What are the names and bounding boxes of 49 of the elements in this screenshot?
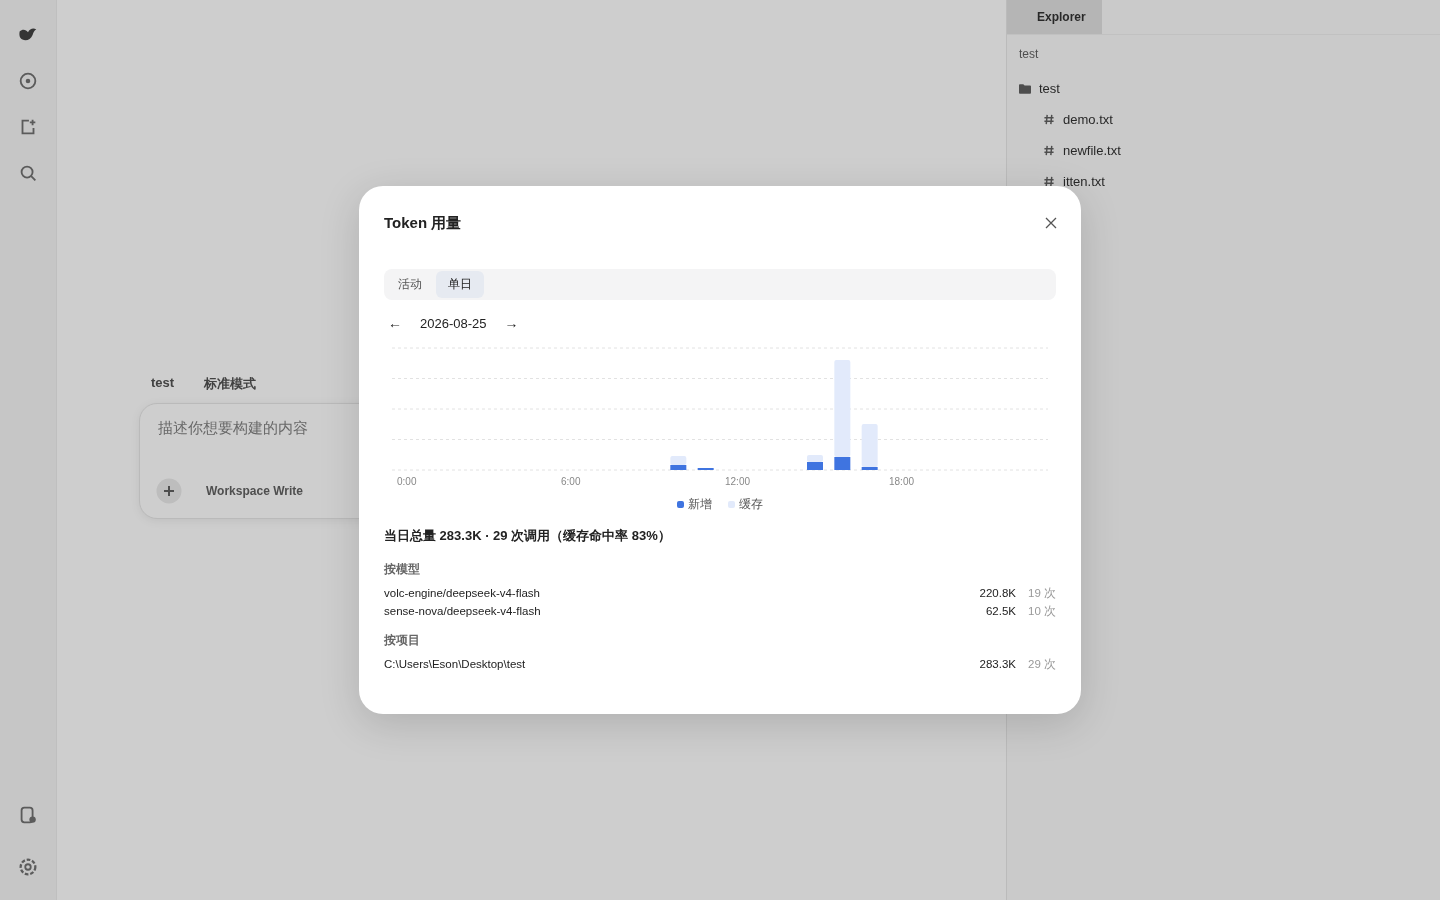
attach-button[interactable]	[156, 478, 182, 504]
tree-item[interactable]: itten.txt	[1063, 174, 1105, 189]
cache-bar	[670, 456, 687, 465]
dialog-title: Token 用量	[384, 213, 462, 233]
axis-label: 0:00	[397, 476, 417, 487]
legend-label: 缓存	[739, 496, 763, 513]
call-count: 10 次	[1027, 604, 1056, 619]
new-bar	[670, 465, 687, 470]
daily-summary: 当日总量 283.3K · 29 次调用（缓存命中率 83%）	[384, 527, 672, 545]
cache-bar	[807, 455, 823, 462]
new-bar	[807, 462, 823, 470]
axis-label: 12:00	[725, 476, 751, 487]
token-count: 220.8K	[978, 586, 1016, 601]
settings-icon[interactable]	[17, 856, 39, 878]
legend-label: 新增	[688, 496, 712, 513]
mode-selector[interactable]: 标准模式	[204, 375, 257, 393]
call-count: 19 次	[1027, 586, 1056, 601]
hash-icon	[1043, 176, 1055, 187]
prompt-field[interactable]: 描述你想要构建的内容	[156, 418, 560, 437]
date-label: 2026-08-25	[420, 315, 487, 331]
hash-icon	[1043, 145, 1055, 156]
tree-item[interactable]: test	[1039, 81, 1060, 96]
path-label: test	[1018, 46, 1040, 63]
close-icon[interactable]	[1044, 216, 1058, 230]
new-bar	[861, 467, 878, 470]
row-name: volc-engine/deepseek-v4-flash	[384, 586, 541, 601]
row-name: C:\Users\Eson\Desktop\test	[384, 657, 527, 672]
plus-circle-icon[interactable]	[17, 70, 39, 92]
token-count: 283.3K	[978, 657, 1016, 672]
folder-icon	[1019, 83, 1031, 94]
section-heading: 按项目	[384, 632, 421, 649]
section-heading: 按模型	[384, 561, 421, 578]
tab[interactable]: 单日	[436, 271, 484, 298]
previous-day-button[interactable]: ←	[384, 315, 406, 331]
explorer-tab[interactable]: Explorer	[1007, 0, 1102, 34]
new-bar	[834, 457, 851, 470]
tree-item[interactable]: demo.txt	[1063, 112, 1113, 127]
axis-label: 6:00	[561, 476, 581, 487]
project-selector[interactable]: test	[151, 375, 175, 393]
permission-selector[interactable]: Workspace Write	[206, 484, 303, 498]
axis-label: 18:00	[889, 476, 915, 487]
next-day-button[interactable]: →	[500, 315, 523, 331]
call-count: 29 次	[1027, 657, 1056, 672]
row-name: sense-nova/deepseek-v4-flash	[384, 604, 542, 619]
hash-icon	[1043, 114, 1055, 125]
token-count: 62.5K	[984, 604, 1016, 619]
tree-item[interactable]: newfile.txt	[1063, 143, 1121, 158]
tab[interactable]: 活动	[386, 271, 434, 298]
cache-bar	[861, 424, 878, 467]
